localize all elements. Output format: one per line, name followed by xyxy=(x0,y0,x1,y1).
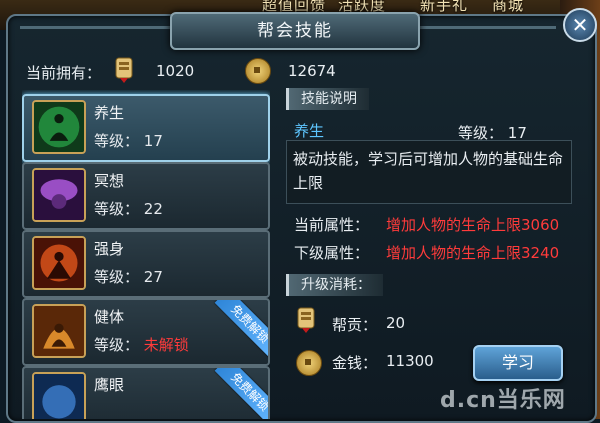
contribution-token-icon xyxy=(297,307,315,333)
purple-aura-icon xyxy=(32,168,86,222)
cost-contribution-label: 帮贡： xyxy=(332,316,378,334)
cost-contribution-value: 20 xyxy=(386,314,406,332)
skill-list: 养生 等级： 17 冥想 等级： 22 强身 等级： 27 健体 等级： 未解锁 xyxy=(22,90,270,419)
panel-title: 帮会技能 xyxy=(257,21,333,41)
skill-level: 等级： 17 xyxy=(94,132,163,150)
title-bar: 帮会技能 xyxy=(170,12,420,50)
next-attribute-value: 增加人物的生命上限3240 xyxy=(386,244,560,262)
current-attribute-value: 增加人物的生命上限3060 xyxy=(386,216,560,234)
skill-name: 强身 xyxy=(94,240,125,258)
title-ornament-left xyxy=(20,26,170,29)
skill-level: 等级： 27 xyxy=(94,268,163,286)
gold-coin-icon xyxy=(296,350,322,376)
upgrade-cost-header: 升级消耗： xyxy=(286,274,383,296)
contribution-amount: 1020 xyxy=(156,62,195,80)
contribution-token-icon xyxy=(115,57,133,83)
skill-level: 等级： 22 xyxy=(94,200,163,218)
skill-item-mingxiang[interactable]: 冥想 等级： 22 xyxy=(22,162,270,230)
skill-level: 等级： 未解锁 xyxy=(94,336,189,354)
current-attribute-label: 当前属性： xyxy=(294,216,370,234)
cost-gold-label: 金钱： xyxy=(332,354,378,372)
fire-warrior-icon xyxy=(32,236,86,290)
free-unlock-ribbon: 免费解锁 xyxy=(214,300,268,360)
free-unlock-ribbon: 免费解锁 xyxy=(214,368,268,419)
skill-item-jianti[interactable]: 健体 等级： 未解锁 免费解锁 xyxy=(22,298,270,366)
skill-item-yingyan[interactable]: 鹰眼 免费解锁 xyxy=(22,366,270,419)
watermark: d.cn当乐网 xyxy=(440,388,566,413)
skill-name: 冥想 xyxy=(94,172,125,190)
skill-item-qiangshen[interactable]: 强身 等级： 27 xyxy=(22,230,270,298)
skill-description-box: 被动技能，学习后可增加人物的基础生命上限 xyxy=(286,140,572,204)
golden-body-icon xyxy=(32,304,86,358)
cost-gold-value: 11300 xyxy=(386,352,434,370)
top-menu-item[interactable]: 商城 xyxy=(492,0,524,15)
holdings-label: 当前拥有： xyxy=(26,64,102,82)
gold-coin-icon xyxy=(245,58,271,84)
skill-name: 养生 xyxy=(94,104,125,122)
learn-button[interactable]: 学习 xyxy=(473,345,563,381)
title-ornament-right xyxy=(416,26,556,29)
next-attribute-label: 下级属性： xyxy=(294,244,370,262)
close-icon: ✕ xyxy=(571,13,589,37)
skill-name: 健体 xyxy=(94,308,125,326)
skill-description-text: 被动技能，学习后可增加人物的基础生命上限 xyxy=(293,150,564,192)
meditation-figure-icon xyxy=(32,100,86,154)
gold-amount: 12674 xyxy=(288,62,336,80)
skill-name: 鹰眼 xyxy=(94,376,125,394)
detail-skill-name: 养生 xyxy=(294,122,325,140)
close-button[interactable]: ✕ xyxy=(563,8,597,42)
skill-description-header: 技能说明 xyxy=(286,88,369,110)
top-menu-item[interactable]: 新手礼 xyxy=(420,0,468,15)
eagle-eye-icon xyxy=(32,372,86,419)
skill-item-yangsheng[interactable]: 养生 等级： 17 xyxy=(22,94,270,162)
